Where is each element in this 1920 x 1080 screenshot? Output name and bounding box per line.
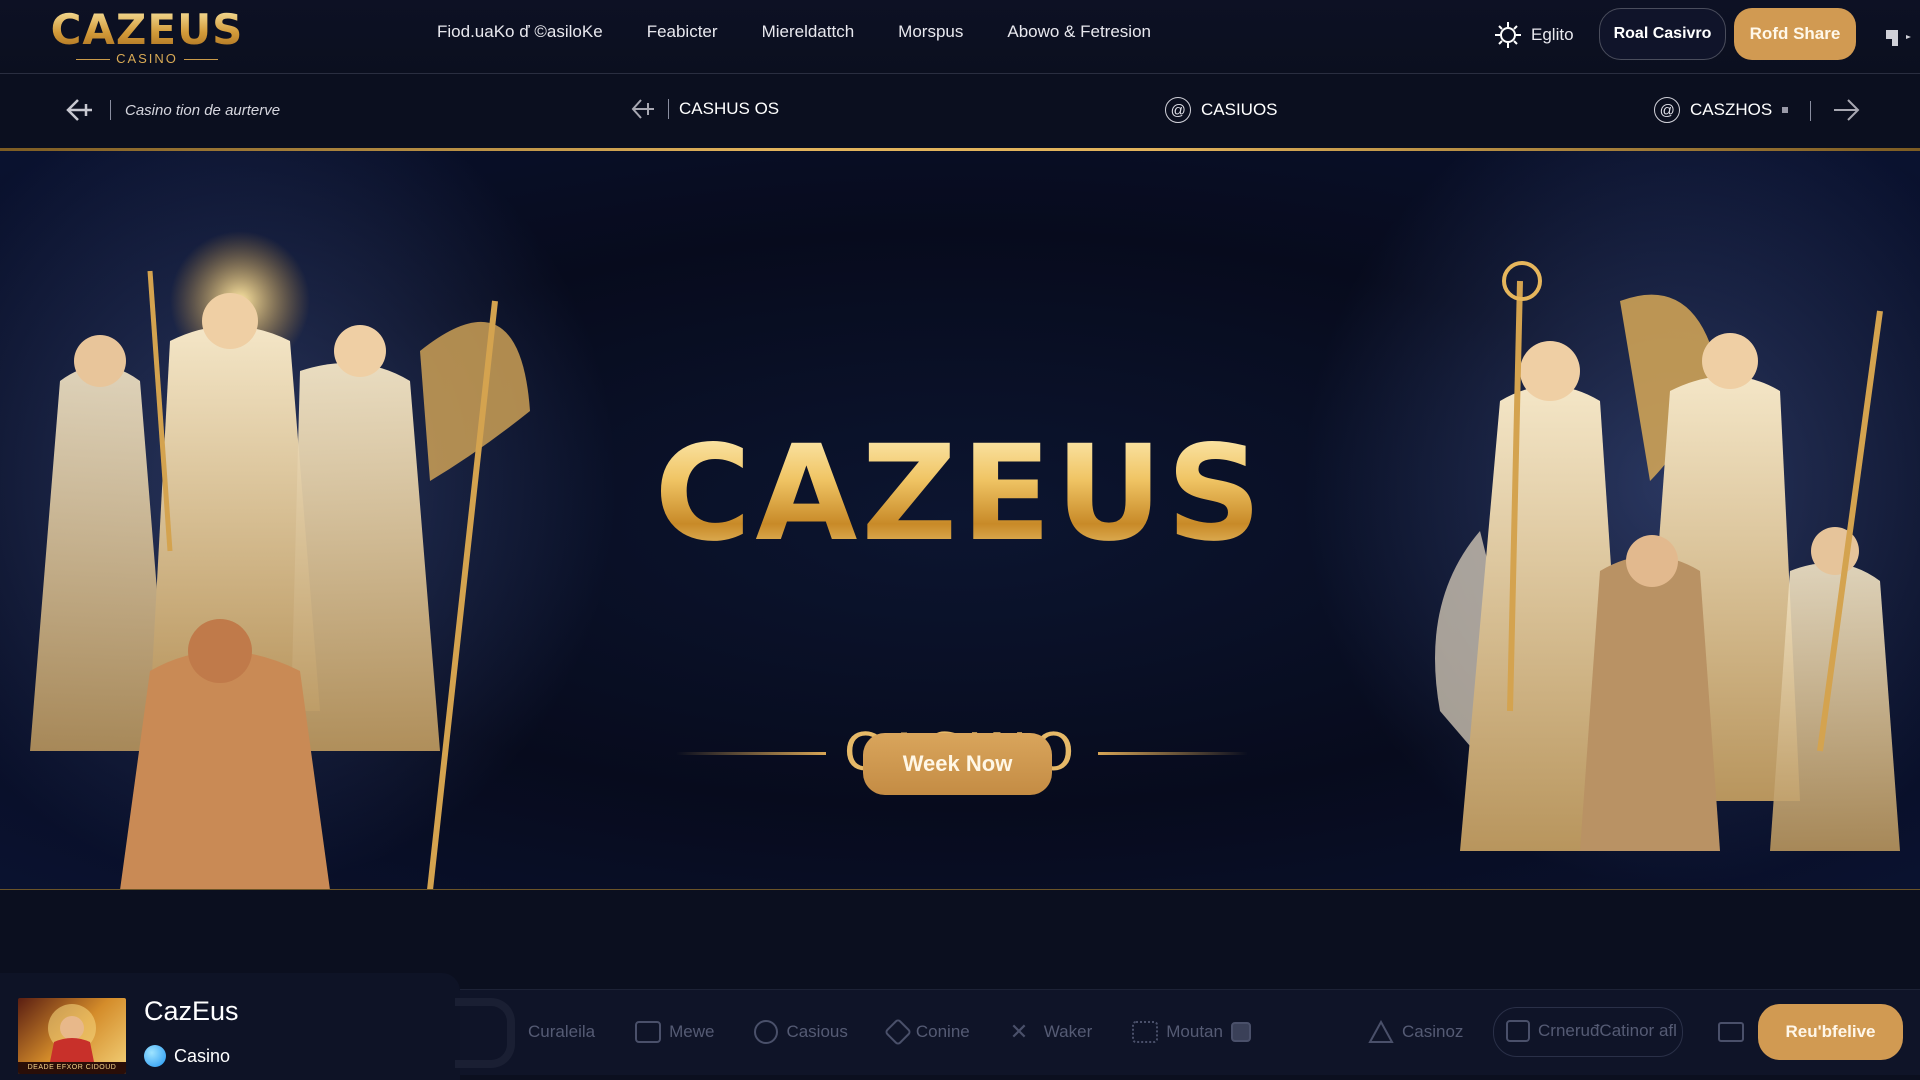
logo-rule-right bbox=[183, 58, 218, 60]
language-label: Eglito bbox=[1531, 25, 1574, 44]
dock-item-mewe[interactable]: Mewe bbox=[635, 1021, 714, 1043]
dock-item-waker[interactable]: ✕ Waker bbox=[1010, 1021, 1093, 1043]
globe-gear-icon bbox=[1495, 22, 1521, 48]
camera-icon bbox=[1506, 1020, 1530, 1042]
nav-item-3[interactable]: Miereldattch bbox=[762, 22, 855, 42]
at-icon: @ bbox=[1654, 97, 1680, 123]
subtitle-rule-right bbox=[1098, 751, 1249, 755]
nav-item-4[interactable]: Morspus bbox=[898, 22, 963, 42]
tools-icon: ✕ bbox=[1009, 1019, 1029, 1044]
wallet-icon bbox=[635, 1021, 662, 1043]
back-arrow-icon[interactable] bbox=[64, 97, 96, 123]
dock-item-moutan[interactable]: Moutan bbox=[1132, 1021, 1251, 1043]
divider bbox=[110, 100, 111, 120]
profile-category: Casino bbox=[144, 1045, 230, 1067]
secondary-bar: Casino tion de aurterve CASHUS OS @ CASI… bbox=[0, 75, 1920, 148]
hero-bottom-divider bbox=[0, 889, 1920, 890]
logo-subtitle: CASINO bbox=[76, 52, 218, 66]
subbar-item-1[interactable]: CASHUS OS bbox=[630, 97, 779, 121]
language-selector[interactable]: Eglito bbox=[1493, 20, 1574, 50]
dock-items: Curaleila Mewe Casious Conine ✕ Waker Mo… bbox=[528, 1017, 1251, 1047]
hero-banner: CAZEUS CASINO Week Now bbox=[0, 151, 1920, 890]
breadcrumb: Casino tion de aurterve bbox=[64, 97, 280, 123]
thumbnail-caption: DEADE EFXOR CIDOUD bbox=[18, 1062, 126, 1074]
gods-illustration-right bbox=[1300, 151, 1920, 890]
category-dot-icon bbox=[144, 1045, 166, 1067]
subbar-item-2[interactable]: @ CASIUOS bbox=[1165, 97, 1278, 123]
logo-wordmark: CAZEUS bbox=[50, 5, 244, 54]
divider bbox=[1810, 101, 1811, 121]
divider bbox=[668, 99, 669, 119]
profile-card-bracket bbox=[455, 998, 515, 1068]
breadcrumb-text: Casino tion de aurterve bbox=[125, 101, 281, 119]
forward-arrow-icon[interactable] bbox=[1830, 97, 1862, 123]
gods-illustration-left bbox=[0, 151, 620, 890]
indicator-dot bbox=[1782, 107, 1789, 113]
share-button[interactable]: Rofd Share bbox=[1734, 8, 1856, 60]
dock-item-label: Casious bbox=[786, 1022, 848, 1041]
grid-icon bbox=[1132, 1021, 1159, 1043]
brand-logo[interactable]: CAZEUS CASINO bbox=[51, 8, 243, 66]
back-arrow-icon bbox=[631, 99, 654, 119]
dock-action-button[interactable]: Reu'bfelive bbox=[1758, 1004, 1903, 1060]
main-nav: Fiod.uaKo ď ©asiloKe Feabicter Miereldat… bbox=[437, 22, 1151, 42]
profile-name: CazEus bbox=[144, 996, 239, 1026]
top-header: CAZEUS CASINO Fiod.uaKo ď ©asiloKe Feabi… bbox=[0, 0, 1920, 74]
dock-item-label: Conine bbox=[915, 1022, 970, 1041]
dock-item-label: Waker bbox=[1043, 1022, 1093, 1041]
dock-item-casinoz[interactable]: Casinoz bbox=[1368, 1020, 1463, 1044]
badge-icon bbox=[1230, 1022, 1251, 1042]
at-icon bbox=[754, 1020, 779, 1044]
nav-item-2[interactable]: Feabicter bbox=[647, 22, 718, 42]
dock-item-label: CrneruđCatinor afl bbox=[1538, 1021, 1677, 1040]
menu-icon[interactable] bbox=[1884, 26, 1914, 48]
profile-thumbnail[interactable]: DEADE EFXOR CIDOUD bbox=[18, 998, 126, 1074]
real-casino-button[interactable]: Roal Casivro bbox=[1599, 8, 1726, 60]
nav-item-5[interactable]: Abowo & Fetresion bbox=[1007, 22, 1151, 42]
logo-rule-left bbox=[76, 58, 111, 60]
warning-icon bbox=[1368, 1020, 1394, 1043]
dock-item-label: Casinoz bbox=[1402, 1022, 1464, 1041]
mail-icon[interactable] bbox=[1718, 1022, 1744, 1042]
dock-item-casious[interactable]: Casious bbox=[754, 1020, 848, 1044]
hero-cta-button[interactable]: Week Now bbox=[863, 733, 1052, 795]
hero-title: CAZEUS bbox=[610, 419, 1310, 569]
at-icon: @ bbox=[1165, 97, 1191, 123]
subbar-item-2-label: CASIUOS bbox=[1201, 100, 1278, 119]
logo-subtitle-text: CASINO bbox=[116, 51, 178, 66]
subbar-item-3-label: CASZHOS bbox=[1690, 100, 1773, 119]
profile-category-label: Casino bbox=[174, 1045, 231, 1066]
subbar-item-1-label: CASHUS OS bbox=[679, 99, 780, 118]
dock-item-conine[interactable]: Conine bbox=[883, 1017, 970, 1047]
dock-item-label: Mewe bbox=[669, 1022, 715, 1041]
subtitle-rule-left bbox=[675, 751, 826, 755]
diamond-icon bbox=[883, 1017, 913, 1047]
subbar-item-3[interactable]: @ CASZHOS bbox=[1654, 97, 1789, 123]
dock-item-label: Curaleila bbox=[528, 1022, 596, 1041]
dock-item-pill-content[interactable]: CrneruđCatinor afl bbox=[1506, 1020, 1677, 1042]
dock-item-curaleila[interactable]: Curaleila bbox=[528, 1022, 595, 1042]
nav-item-1[interactable]: Fiod.uaKo ď ©asiloKe bbox=[437, 22, 603, 42]
dock-item-label: Moutan bbox=[1166, 1022, 1223, 1041]
